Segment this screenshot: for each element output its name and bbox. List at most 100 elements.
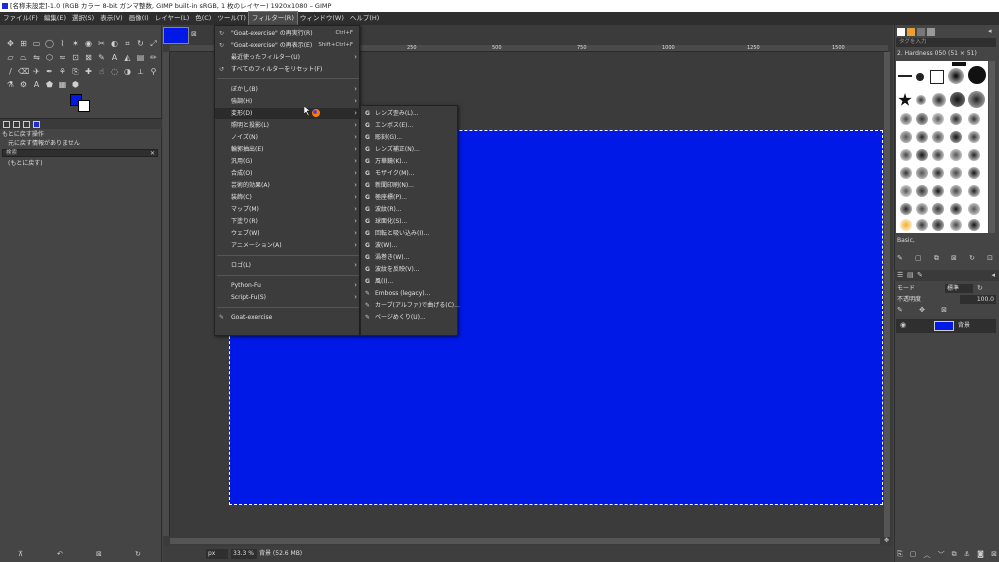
eraser-icon[interactable]: ⌫ (18, 66, 29, 77)
layer-mode-reset-icon[interactable]: ↻ (977, 284, 983, 292)
menu-item-reshow[interactable]: ↻ "Goat-exercise" の再表示(E) Shift+Ctrl+F (215, 40, 361, 51)
brush-swatch[interactable] (916, 167, 928, 179)
menu-image[interactable]: 画像(I) (126, 12, 152, 25)
submenu-item-kaleidoscope[interactable]: G 万華鏡(K)... (361, 156, 459, 168)
brush-swatch[interactable] (950, 131, 962, 143)
brush-swatch[interactable] (968, 91, 985, 108)
brush-swatch[interactable] (900, 149, 912, 161)
images-tab-icon[interactable] (33, 121, 40, 128)
color-select-icon[interactable]: ◉ (83, 38, 94, 49)
menu-item-edge-detect[interactable]: 輪郭抽出(E) › (215, 144, 361, 155)
fonts-tab-icon[interactable] (917, 28, 925, 36)
menu-item-logos[interactable]: ロゴ(L) › (215, 260, 361, 271)
submenu-item-value-propagate[interactable]: G 波紋を反映(V)... (361, 264, 459, 276)
submenu-item-waves[interactable]: G 波(W)... (361, 240, 459, 252)
brush-swatch[interactable] (900, 131, 912, 143)
device-status-tab-icon[interactable] (13, 121, 20, 128)
restore-preset-icon[interactable]: ↶ (57, 550, 63, 558)
opacity-input[interactable]: 100.0 (960, 295, 996, 304)
brush-swatch[interactable] (968, 131, 980, 143)
brush-swatch[interactable] (930, 70, 944, 84)
brush-swatch[interactable] (950, 149, 962, 161)
brush-swatch[interactable] (916, 73, 924, 81)
smudge-tool-icon[interactable]: ☝ (96, 66, 107, 77)
menu-item-distorts[interactable]: 変形(D) › (215, 108, 361, 119)
menu-item-combine[interactable]: 合成(O) › (215, 168, 361, 179)
fuzzy-select-icon[interactable]: ✶ (70, 38, 81, 49)
layers-tab-icon[interactable]: ☰ (897, 271, 903, 279)
paths-tab-icon[interactable]: ✎ (917, 271, 923, 279)
submenu-item-emboss[interactable]: G エンボス(E)... (361, 120, 459, 132)
brush-swatch[interactable] (968, 219, 980, 231)
brush-swatch[interactable] (968, 113, 980, 125)
brush-swatch[interactable] (932, 113, 944, 125)
document-history-tab-icon[interactable] (927, 28, 935, 36)
menu-item-render[interactable]: 下塗り(R) › (215, 216, 361, 227)
brush-swatch[interactable] (900, 113, 912, 125)
brush-swatch[interactable] (916, 219, 928, 231)
cage-tool-icon[interactable]: ⬡ (44, 52, 55, 63)
rect-select-icon[interactable]: ▭ (31, 38, 42, 49)
menu-select[interactable]: 選択(S) (69, 12, 97, 25)
image-tab-thumbnail[interactable] (163, 27, 189, 44)
brush-swatch[interactable] (900, 185, 912, 197)
menu-item-enhance[interactable]: 強調(H) › (215, 96, 361, 107)
paint-select-icon[interactable]: ⬢ (70, 79, 81, 90)
history-undo-item[interactable]: (もとに戻す) (2, 159, 160, 168)
submenu-item-ripple[interactable]: G 波紋(R)... (361, 204, 459, 216)
shear-tool-icon[interactable]: ▱ (5, 52, 16, 63)
ellipse-select-icon[interactable]: ◯ (44, 38, 55, 49)
text-a-icon[interactable]: A (31, 79, 42, 90)
bucket-fill-icon[interactable]: ◭ (122, 52, 133, 63)
submenu-item-emboss-legacy[interactable]: ✎ Emboss (legacy)... (361, 288, 459, 300)
brush-swatch[interactable] (950, 203, 962, 215)
brush-swatch[interactable] (948, 68, 964, 84)
save-preset-icon[interactable]: ⊼ (18, 550, 23, 558)
lock-alpha-icon[interactable]: ⊠ (941, 306, 947, 314)
zoom-selector[interactable]: 33.3 % (231, 549, 257, 559)
brush-grid[interactable] (896, 61, 988, 233)
menu-item-web[interactable]: ウェブ(W) › (215, 228, 361, 239)
dodge-burn-icon[interactable]: ◑ (122, 66, 133, 77)
warp-tool-icon[interactable]: ≈ (57, 52, 68, 63)
perspective-tool-icon[interactable]: ⏢ (18, 52, 29, 63)
new-layer-icon[interactable]: ⎘ (897, 550, 903, 560)
heal-tool-icon[interactable]: ✚ (83, 66, 94, 77)
brush-swatch[interactable] (950, 113, 962, 125)
brush-swatch[interactable] (916, 149, 928, 161)
brush-swatch[interactable] (932, 219, 944, 231)
brush-swatch[interactable] (968, 167, 980, 179)
brush-swatch[interactable] (900, 219, 912, 231)
submenu-item-lens-correction[interactable]: G レンズ補正(N)... (361, 144, 459, 156)
brush-grid-scrollbar[interactable] (989, 61, 995, 233)
delete-brush-icon[interactable]: ⊠ (951, 254, 957, 266)
brush-swatch[interactable] (932, 93, 946, 107)
brush-swatch[interactable] (932, 167, 944, 179)
free-select-icon[interactable]: ⌇ (57, 38, 68, 49)
menu-item-python-fu[interactable]: Python-Fu › (215, 280, 361, 291)
duplicate-brush-icon[interactable]: ⧉ (934, 254, 939, 266)
patterns-tab-icon[interactable] (907, 28, 915, 36)
scissors-icon[interactable]: ✂ (96, 38, 107, 49)
dock-menu-icon[interactable]: ◂ (988, 27, 992, 35)
menu-tools[interactable]: ツール(T) (214, 12, 249, 25)
brush-tag-filter[interactable]: タグを入力 (896, 38, 996, 47)
menu-colors[interactable]: 色(C) (192, 12, 214, 25)
handle-transform-icon[interactable]: ⊡ (70, 52, 81, 63)
menu-item-animation[interactable]: アニメーション(A) › (215, 240, 361, 251)
clear-search-icon[interactable]: ✕ (150, 150, 155, 157)
lock-pixels-icon[interactable]: ✎ (897, 306, 903, 314)
zoom-tool-icon[interactable]: ⚲ (148, 66, 159, 77)
brush-swatch[interactable] (950, 167, 962, 179)
menu-item-repeat[interactable]: ↻ "Goat-exercise" の再実行(R) Ctrl+F (215, 28, 361, 39)
brush-swatch[interactable] (950, 92, 965, 107)
unit-selector[interactable]: px (206, 549, 228, 559)
gradient-blend-icon[interactable]: ▦ (57, 79, 68, 90)
gradient-tool-icon[interactable]: ▤ (135, 52, 146, 63)
delete-preset-icon[interactable]: ⊠ (96, 550, 102, 558)
submenu-item-newsprint[interactable]: G 新聞印刷(N)... (361, 180, 459, 192)
brush-swatch[interactable] (916, 185, 928, 197)
brush-swatch[interactable] (932, 203, 944, 215)
vertical-scrollbar[interactable] (884, 52, 890, 537)
menu-file[interactable]: ファイル(F) (0, 12, 41, 25)
